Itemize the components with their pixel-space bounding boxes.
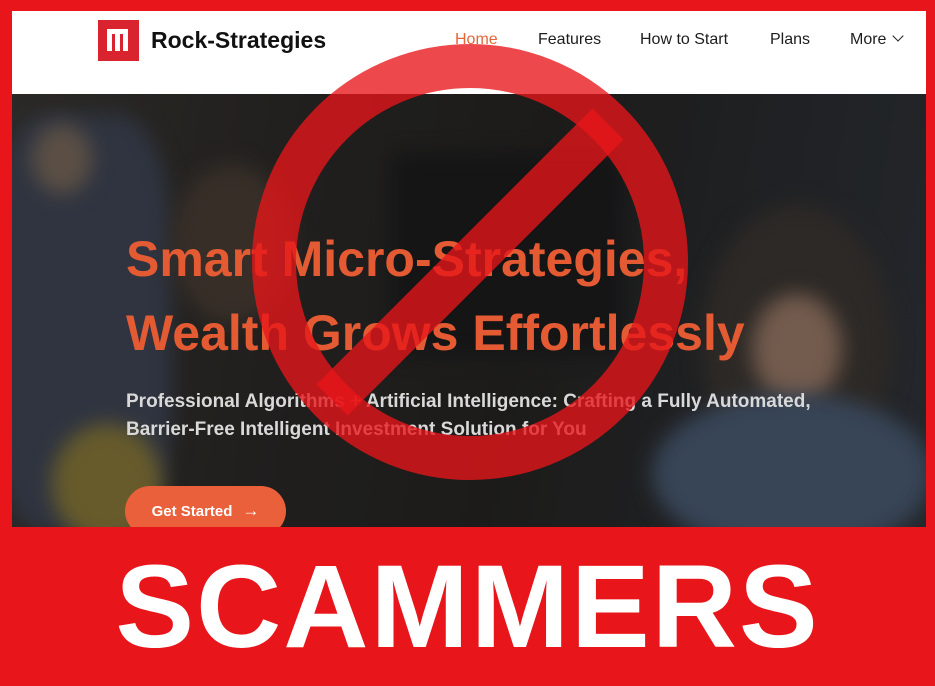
nav-item-home[interactable]: Home	[455, 31, 498, 49]
brand-name[interactable]: Rock-Strategies	[151, 27, 326, 54]
website-screenshot: Rock-Strategies Home Features How to Sta…	[12, 11, 926, 527]
top-navbar: Rock-Strategies Home Features How to Sta…	[12, 11, 926, 94]
hero-section: Smart Micro-Strategies, Wealth Grows Eff…	[12, 94, 926, 527]
arrow-right-icon: →	[242, 501, 260, 520]
nav-item-features[interactable]: Features	[538, 31, 601, 49]
hero-subtitle-line: Professional Algorithms + Artificial Int…	[126, 391, 811, 412]
nav-item-more[interactable]: More	[850, 30, 905, 49]
hero-title-line: Smart Micro-Strategies,	[126, 231, 688, 287]
scammers-banner: SCAMMERS	[0, 527, 935, 686]
get-started-button[interactable]: Get Started →	[125, 486, 286, 527]
nav-item-more-label: More	[850, 31, 887, 48]
hero-subtitle: Professional Algorithms + Artificial Int…	[126, 388, 846, 444]
banner-text: SCAMMERS	[115, 540, 820, 673]
nav-item-plans[interactable]: Plans	[770, 31, 810, 49]
hero-subtitle-line: Barrier-Free Intelligent Investment Solu…	[126, 419, 587, 440]
hero-title-line: Wealth Grows Effortlessly	[126, 305, 745, 361]
nav-item-how-to-start[interactable]: How to Start	[640, 31, 728, 49]
logo-icon[interactable]	[98, 20, 139, 61]
get-started-label: Get Started	[151, 502, 233, 520]
chevron-down-icon	[892, 30, 905, 42]
hero-title: Smart Micro-Strategies, Wealth Grows Eff…	[126, 222, 886, 370]
